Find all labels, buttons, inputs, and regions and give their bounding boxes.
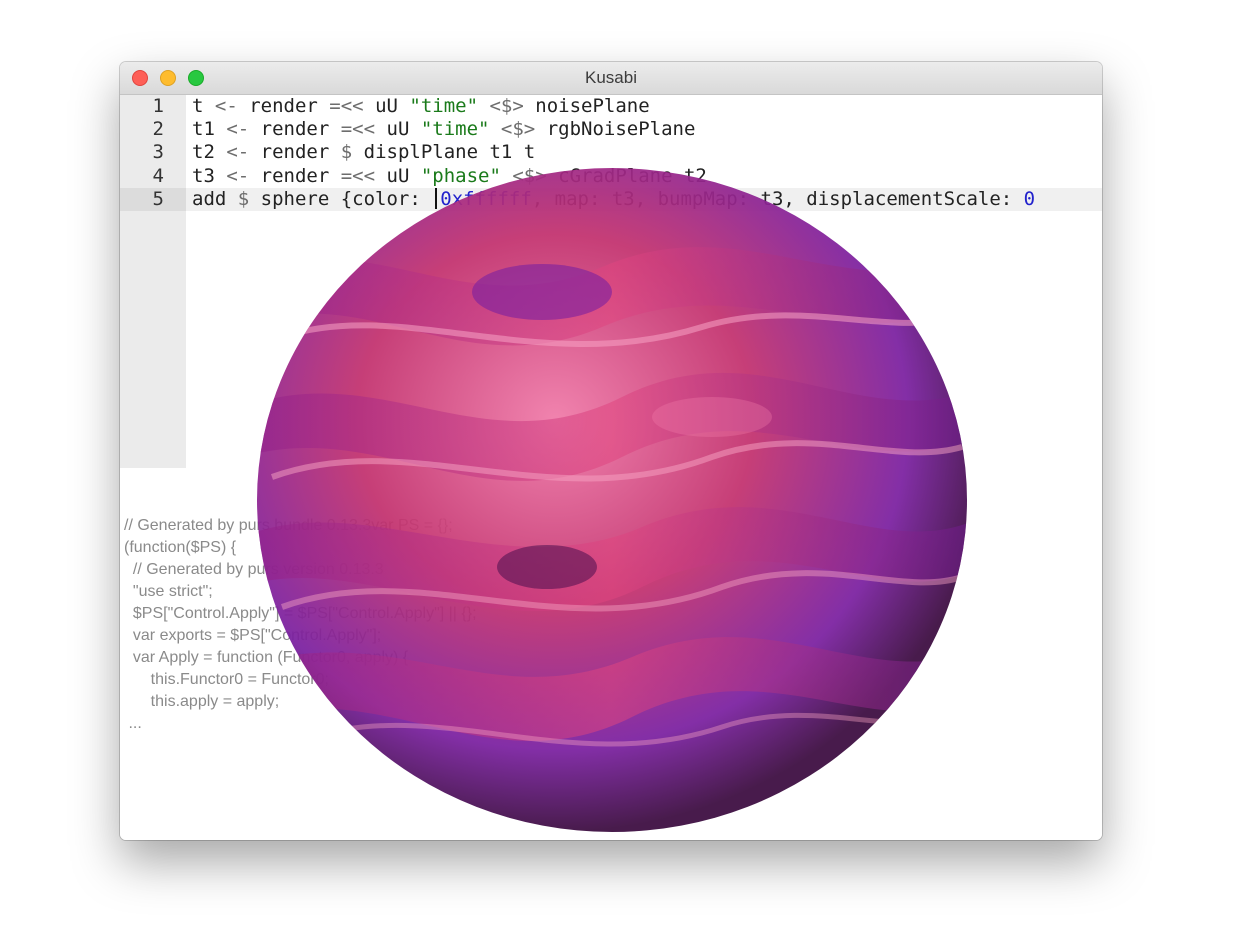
code-token: render	[249, 118, 341, 140]
line-number: 3	[152, 141, 164, 163]
code-operator: =<<	[340, 118, 376, 140]
window-title: Kusabi	[585, 68, 637, 87]
code-token: t3	[192, 165, 227, 187]
window-content: 1 2 3 4 5 t <- render =<< uU "time" <$> …	[120, 95, 1102, 840]
code-token: t	[192, 95, 215, 117]
code-token: noisePlane	[523, 95, 650, 117]
code-string: "time"	[409, 95, 479, 117]
code-token: t2	[192, 141, 227, 163]
code-token: add	[192, 188, 238, 210]
code-operator: <$>	[500, 118, 536, 140]
code-token: uU	[375, 118, 421, 140]
line-number: 4	[152, 165, 164, 187]
line-number: 2	[152, 118, 164, 140]
code-operator: <-	[226, 118, 250, 140]
title-bar[interactable]: Kusabi	[120, 62, 1102, 95]
code-token: t1	[192, 118, 227, 140]
code-token: rgbNoisePlane	[535, 118, 696, 140]
code-line[interactable]: t1 <- render =<< uU "time" <$> rgbNoiseP…	[192, 118, 695, 141]
code-operator: <$>	[489, 95, 524, 117]
code-operator: =<<	[329, 95, 364, 117]
line-number: 1	[152, 95, 164, 117]
code-token: render	[237, 95, 330, 117]
rendered-sphere[interactable]	[242, 157, 982, 837]
line-number: 5	[152, 188, 164, 210]
code-token: uU	[363, 95, 410, 117]
code-number: 0	[1023, 188, 1036, 210]
code-string: "time"	[420, 118, 490, 140]
app-window: Kusabi 1 2 3 4 5 t <- render =<< uU "tim…	[120, 62, 1102, 840]
code-line[interactable]: t <- render =<< uU "time" <$> noisePlane	[192, 95, 650, 118]
code-operator: <-	[214, 95, 238, 117]
